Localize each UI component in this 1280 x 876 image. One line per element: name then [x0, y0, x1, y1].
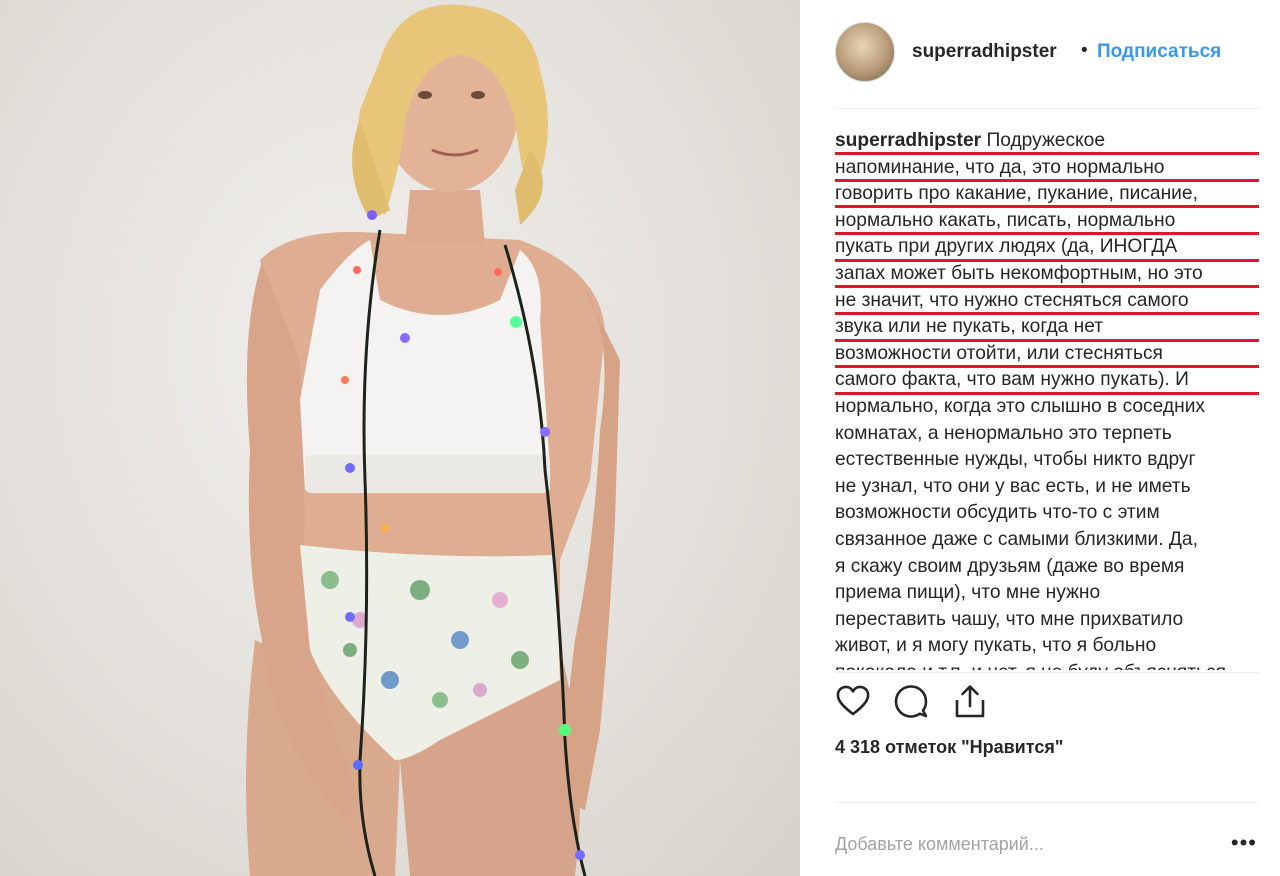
highlight-underline	[835, 152, 1259, 155]
post-actions	[835, 683, 1035, 723]
caption-line: звука или не пукать, когда нет	[835, 316, 1104, 338]
highlight-underline	[835, 259, 1259, 262]
header-username[interactable]: superradhipster	[912, 41, 1057, 63]
caption-line: естественные нужды, чтобы никто вдруг	[835, 449, 1196, 471]
highlight-underline	[835, 392, 1259, 395]
header-divider	[835, 108, 1259, 109]
heart-icon[interactable]	[835, 683, 875, 723]
caption-line: superradhipster Подружеское	[835, 130, 1105, 151]
comment-divider	[835, 802, 1259, 803]
post-caption: superradhipster Подружеское напоминание,…	[835, 128, 1259, 670]
caption-line: покакала и т.п. и нет, я не буду объясня…	[835, 660, 1259, 670]
caption-line: приема пищи), что мне нужно	[835, 582, 1101, 604]
caption-line: говорить про какание, пукание, писание,	[835, 183, 1198, 205]
caption-line: я скажу своим друзьям (даже во время	[835, 555, 1185, 577]
highlight-underline	[835, 365, 1259, 368]
caption-line: нормально, когда это слышно в соседних	[835, 395, 1206, 417]
post-header: superradhipster • Подписаться	[800, 0, 1280, 108]
caption-line: связанное даже с самыми близкими. Да,	[835, 528, 1198, 550]
highlight-underline	[835, 285, 1259, 288]
highlight-underline	[835, 205, 1259, 208]
follow-button[interactable]: Подписаться	[1097, 41, 1221, 63]
caption-line: возможности обсудить что-то с этим	[835, 502, 1160, 524]
caption-line: живот, и я могу пукать, что я больно	[835, 635, 1157, 657]
caption-line: не узнал, что они у вас есть, и не иметь	[835, 475, 1191, 497]
highlight-underline	[835, 232, 1259, 235]
avatar[interactable]	[835, 22, 895, 82]
highlight-underline	[835, 179, 1259, 182]
comment-form: •••	[835, 830, 1259, 860]
actions-divider	[835, 672, 1259, 673]
more-options-icon[interactable]: •••	[1231, 830, 1257, 856]
post-sidebar: superradhipster • Подписаться superradhi…	[800, 0, 1280, 876]
share-icon[interactable]	[952, 683, 992, 723]
caption-line: напоминание, что да, это нормально	[835, 156, 1165, 178]
caption-line: возможности отойти, или стесняться	[835, 342, 1163, 364]
caption-line: нормально какать, писать, нормально	[835, 209, 1176, 231]
photo-illustration	[246, 4, 620, 876]
comment-input[interactable]	[835, 830, 1215, 858]
caption-line: самого факта, что вам нужно пукать). И	[835, 369, 1189, 391]
caption-line: запах может быть некомфортным, но это	[835, 262, 1203, 284]
likes-count[interactable]: 4 318 отметок "Нравится"	[835, 737, 1063, 758]
highlight-underline	[835, 339, 1259, 342]
caption-line: переставить чашу, что мне прихватило	[835, 608, 1184, 630]
caption-line: комнатах, а ненормально это терпеть	[835, 422, 1172, 444]
caption-line: пукать при других людях (да, ИНОГДА	[835, 236, 1178, 258]
caption-line: не значит, что нужно стесняться самого	[835, 289, 1189, 311]
separator-dot: •	[1081, 40, 1088, 61]
post-photo	[0, 0, 800, 876]
caption-username[interactable]: superradhipster	[835, 130, 981, 151]
highlight-underline	[835, 312, 1259, 315]
comment-bubble-icon[interactable]	[893, 683, 933, 723]
